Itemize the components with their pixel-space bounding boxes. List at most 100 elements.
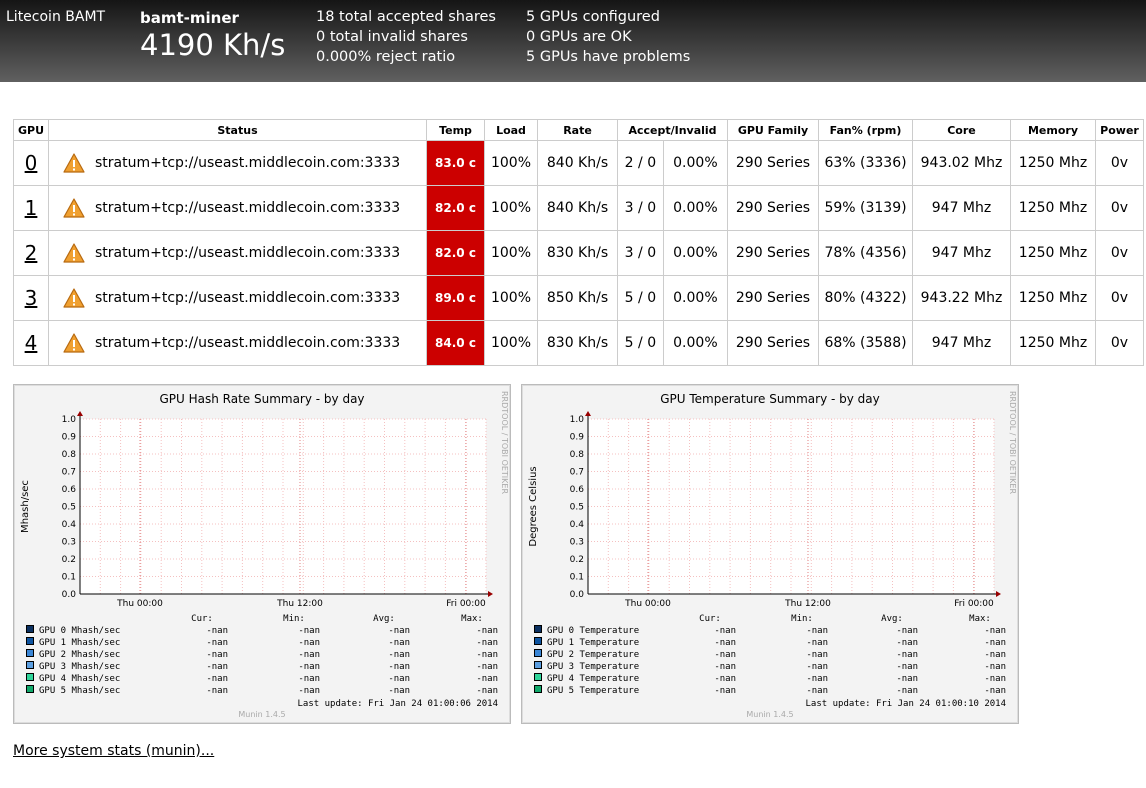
gpu-link[interactable]: 0 (25, 151, 38, 175)
status-cell: stratum+tcp://useast.middlecoin.com:3333 (48, 275, 427, 321)
legend-value: -nan (476, 686, 498, 696)
load-cell: 100% (484, 230, 538, 276)
reject-pct-cell: 0.00% (662, 230, 729, 276)
accept-invalid-cell: 2 / 0 (617, 140, 664, 186)
power-cell: 0v (1095, 320, 1144, 366)
col-header: Memory (1010, 119, 1096, 141)
legend-swatch (26, 673, 34, 681)
invalid-shares: 0 total invalid shares (316, 29, 468, 45)
y-tick-label: 0.0 (62, 590, 77, 600)
legend-col-header: Avg: (881, 614, 903, 624)
y-tick-label: 1.0 (62, 415, 77, 425)
legend-col-header: Cur: (191, 614, 213, 624)
legend-value: -nan (476, 626, 498, 636)
gpu-row: 4 stratum+tcp://useast.middlecoin.com:333… (13, 320, 1144, 366)
legend-swatch (26, 625, 34, 633)
pool-url: stratum+tcp://useast.middlecoin.com:3333 (95, 245, 401, 261)
legend-value: -nan (714, 638, 736, 648)
legend-value: -nan (984, 650, 1006, 660)
accept-invalid-cell: 5 / 0 (617, 275, 664, 321)
legend-col-header: Min: (283, 614, 305, 624)
legend-series-name: GPU 0 Mhash/sec (39, 626, 120, 636)
legend-value: -nan (806, 650, 828, 660)
legend-col-header: Min: (791, 614, 813, 624)
y-tick-label: 0.4 (62, 520, 77, 530)
power-cell: 0v (1095, 185, 1144, 231)
summary-header: Litecoin BAMT bamt-miner 4190 Kh/s 18 to… (0, 0, 1146, 82)
munin-version: Munin 1.4.5 (238, 710, 285, 719)
core-clock-cell: 947 Mhz (912, 320, 1011, 366)
legend-col-header: Max: (461, 614, 483, 624)
app-title: Litecoin BAMT (6, 9, 106, 25)
fan-cell: 80% (4322) (818, 275, 913, 321)
memory-clock-cell: 1250 Mhz (1010, 230, 1096, 276)
munin-version: Munin 1.4.5 (746, 710, 793, 719)
legend-swatch (26, 685, 34, 693)
accept-invalid-cell: 3 / 0 (617, 230, 664, 276)
legend-swatch (534, 661, 542, 669)
legend-value: -nan (206, 686, 228, 696)
legend-value: -nan (206, 662, 228, 672)
pool-url: stratum+tcp://useast.middlecoin.com:3333 (95, 200, 401, 216)
legend-value: -nan (298, 674, 320, 684)
gpu-link[interactable]: 1 (25, 196, 38, 220)
last-update: Last update: Fri Jan 24 01:00:06 2014 (298, 699, 498, 709)
share-stats: 18 total accepted shares 0 total invalid… (316, 7, 496, 67)
gpu-link[interactable]: 2 (25, 241, 38, 265)
legend-series-name: GPU 1 Temperature (547, 638, 639, 648)
x-tick-label: Fri 00:00 (954, 599, 994, 609)
y-axis-label: Mhash/sec (20, 480, 31, 533)
load-cell: 100% (484, 140, 538, 186)
load-cell: 100% (484, 275, 538, 321)
legend-col-header: Avg: (373, 614, 395, 624)
load-cell: 100% (484, 185, 538, 231)
gpu-link[interactable]: 3 (25, 286, 38, 310)
core-clock-cell: 943.02 Mhz (912, 140, 1011, 186)
y-tick-label: 0.8 (62, 450, 77, 460)
legend-series-name: GPU 0 Temperature (547, 626, 639, 636)
more-stats-link[interactable]: More system stats (munin)... (13, 743, 214, 759)
y-tick-label: 0.1 (62, 573, 76, 583)
y-axis-arrow (585, 411, 591, 416)
legend-value: -nan (896, 650, 918, 660)
temp-cell: 82.0 c (426, 185, 485, 231)
gpu-link[interactable]: 4 (25, 331, 38, 355)
legend-series-name: GPU 3 Temperature (547, 662, 639, 672)
legend-value: -nan (984, 626, 1006, 636)
core-clock-cell: 947 Mhz (912, 185, 1011, 231)
x-axis-arrow (488, 591, 493, 597)
temp-cell: 83.0 c (426, 140, 485, 186)
legend-series-name: GPU 5 Temperature (547, 686, 639, 696)
y-tick-label: 0.7 (62, 468, 76, 478)
power-cell: 0v (1095, 275, 1144, 321)
legend-value: -nan (714, 626, 736, 636)
legend-value: -nan (388, 626, 410, 636)
power-cell: 0v (1095, 230, 1144, 276)
col-header: GPU (13, 119, 49, 141)
total-hashrate: 4190 Kh/s (140, 28, 286, 62)
gpu-id-cell: 4 (13, 320, 49, 366)
y-tick-label: 0.8 (570, 450, 585, 460)
y-tick-label: 0.6 (570, 485, 585, 495)
legend-value: -nan (298, 650, 320, 660)
legend-value: -nan (714, 662, 736, 672)
legend-swatch (26, 637, 34, 645)
legend-value: -nan (806, 674, 828, 684)
reject-ratio: 0.000% reject ratio (316, 49, 456, 65)
legend-value: -nan (806, 662, 828, 672)
chart-title: GPU Hash Rate Summary - by day (159, 392, 364, 406)
legend-value: -nan (984, 674, 1006, 684)
legend-value: -nan (984, 686, 1006, 696)
gpu-id-cell: 1 (13, 185, 49, 231)
pool-url: stratum+tcp://useast.middlecoin.com:3333 (95, 335, 401, 351)
temperature-graph: GPU Temperature Summary - by day 0.0 0.1 0.… (521, 384, 1019, 724)
legend-value: -nan (298, 626, 320, 636)
gpu-id-cell: 3 (13, 275, 49, 321)
legend-swatch (534, 673, 542, 681)
x-tick-label: Fri 00:00 (446, 599, 486, 609)
legend-value: -nan (714, 686, 736, 696)
y-tick-label: 0.5 (62, 503, 76, 513)
y-tick-label: 0.3 (570, 538, 584, 548)
core-clock-cell: 943.22 Mhz (912, 275, 1011, 321)
y-tick-label: 0.9 (570, 433, 585, 443)
